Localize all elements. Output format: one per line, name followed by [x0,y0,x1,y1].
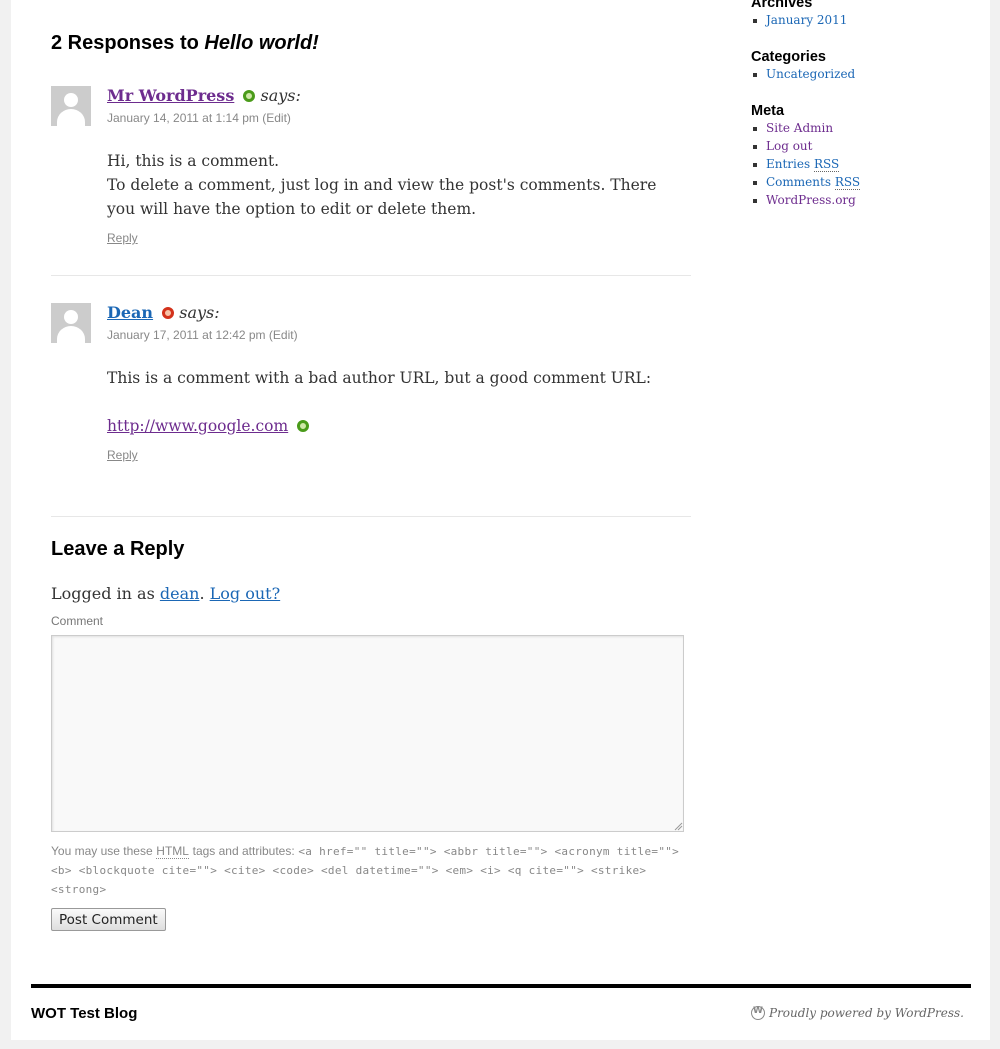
list-item: Comments RSS [751,175,861,193]
comment-paragraph: To delete a comment, just log in and vie… [107,176,657,218]
comment-author-link[interactable]: Dean [107,303,153,322]
wot-rating-green-icon[interactable] [297,420,310,432]
wordpress-logo-icon [751,1006,765,1020]
rss-abbr: RSS [813,157,840,172]
comment-author-line: Dean says: [107,303,220,322]
says-label: says: [260,86,301,105]
page-wrapper: 2 Responses to Hello world! Mr WordPress… [11,0,990,1040]
comment-body-link[interactable]: http://www.google.com [107,417,288,435]
comment-link-paragraph: http://www.google.com [107,414,677,438]
powered-by-link[interactable]: Proudly powered by WordPress. [751,1006,964,1020]
comments-title: 2 Responses to Hello world! [51,32,319,55]
comment-date-link[interactable]: January 17, 2011 at 12:42 pm [107,328,266,342]
site-name-link[interactable]: WOT Test Blog [31,1005,137,1022]
list-item: Site Admin [751,121,860,139]
reply-link[interactable]: Reply [107,231,138,245]
meta-link-log-out[interactable]: Log out [766,139,812,153]
list-item: Log out [751,139,860,157]
wot-rating-red-icon[interactable] [162,307,175,319]
comment-author-line: Mr WordPress says: [107,86,301,105]
widget-title-meta: Meta [751,103,785,119]
comment-divider [51,275,691,276]
rss-abbr: RSS [834,175,861,190]
powered-by-label: Proudly powered by WordPress. [769,1006,964,1020]
category-link[interactable]: Uncategorized [766,67,855,81]
comment-divider [51,516,691,517]
meta-link-entries-rss[interactable]: Entries RSS [766,157,840,172]
comment-paragraph: This is a comment with a bad author URL,… [107,369,652,387]
meta-link-wordpress-org[interactable]: WordPress.org [766,193,856,207]
reply-link[interactable]: Reply [107,448,138,462]
post-comment-button[interactable]: Post Comment [51,908,166,931]
comments-count-label: 2 Responses to [51,32,199,54]
comment-date-link[interactable]: January 14, 2011 at 1:14 pm [107,111,259,125]
footer-rule [31,984,971,988]
avatar-head-shape [64,310,78,324]
avatar-body-shape [57,326,85,343]
resize-grip-icon[interactable] [674,822,683,831]
comment-paragraph: Hi, this is a comment. [107,152,280,170]
html-abbr: HTML [156,844,189,859]
post-title: Hello world! [204,32,319,54]
comment-item: Mr WordPress says: January 14, 2011 at 1… [51,86,691,256]
logout-link[interactable]: Log out? [210,584,281,603]
logged-in-line: Logged in as dean. Log out? [51,584,280,603]
list-item: Uncategorized [751,67,855,85]
username-link[interactable]: dean [160,584,200,603]
avatar-body-shape [57,109,85,126]
comment-field-label: Comment [51,614,104,628]
comment-author-link[interactable]: Mr WordPress [107,86,234,105]
categories-list: Uncategorized [751,67,855,85]
leave-reply-title: Leave a Reply [51,538,185,560]
comment-item: Dean says: January 17, 2011 at 12:42 pm … [51,303,691,473]
logged-in-prefix: Logged in as [51,584,155,603]
comment-body: This is a comment with a bad author URL,… [107,366,677,438]
avatar-head-shape [64,93,78,107]
says-label: says: [179,303,220,322]
comment-meta: January 14, 2011 at 1:14 pm (Edit) [107,111,291,125]
meta-link-comments-rss[interactable]: Comments RSS [766,175,861,190]
list-item: WordPress.org [751,193,860,211]
comments-label: Comments [766,175,831,189]
avatar [51,86,91,126]
comment-edit-link[interactable]: (Edit) [269,328,298,342]
wot-rating-green-icon[interactable] [243,90,256,102]
allowed-tags-lead: You may use these [51,844,153,858]
widget-title-categories: Categories [751,49,826,65]
comment-meta: January 17, 2011 at 12:42 pm (Edit) [107,328,298,342]
allowed-tags-tail: tags and attributes: [192,844,295,858]
comment-edit-link[interactable]: (Edit) [262,111,291,125]
comment-body: Hi, this is a comment. To delete a comme… [107,149,677,221]
list-item: Entries RSS [751,157,860,175]
widget-title-archives: Archives [751,0,813,11]
allowed-tags-note: You may use these HTML tags and attribut… [51,842,691,899]
avatar [51,303,91,343]
meta-link-site-admin[interactable]: Site Admin [766,121,833,135]
entries-label: Entries [766,157,811,171]
comment-textarea[interactable] [51,635,684,832]
archives-list: January 2011 [751,13,847,31]
archive-link[interactable]: January 2011 [766,13,847,27]
period-separator: . [199,584,205,603]
meta-list: Site Admin Log out Entries RSS Comments … [751,121,861,211]
list-item: January 2011 [751,13,847,31]
